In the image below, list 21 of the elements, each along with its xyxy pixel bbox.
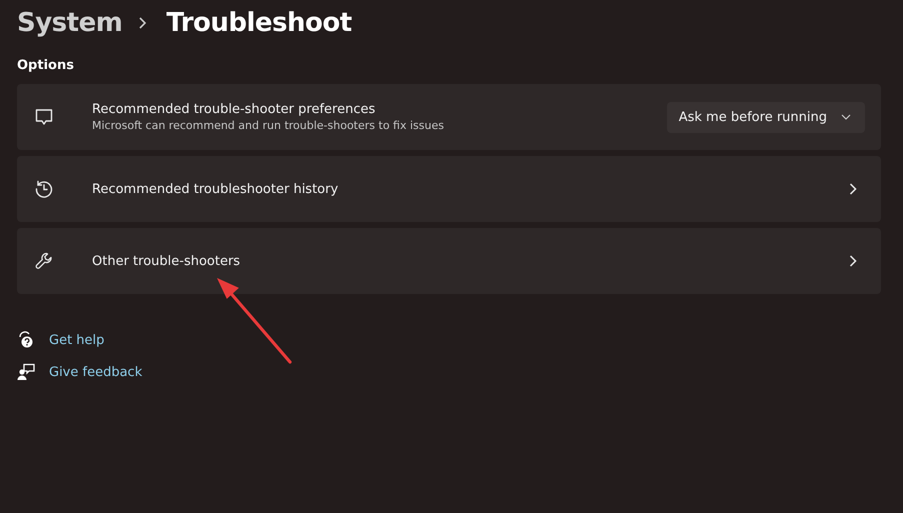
feedback-icon bbox=[17, 363, 35, 381]
card-title: Recommended trouble-shooter preferences bbox=[92, 102, 376, 117]
help-link[interactable]: Give feedback bbox=[49, 364, 142, 380]
card-description: Microsoft can recommend and run trouble-shooters to fix issues bbox=[92, 119, 445, 132]
chevron-icon bbox=[138, 16, 148, 30]
chevron-icon bbox=[849, 182, 857, 196]
preference-dropdown[interactable]: Ask me before running bbox=[666, 102, 865, 132]
settings-card[interactable]: Recommended troubleshooter history bbox=[17, 156, 881, 222]
wrench-icon bbox=[34, 251, 54, 271]
help-icon bbox=[17, 331, 35, 349]
history-icon bbox=[34, 179, 54, 199]
section-title: Options bbox=[17, 58, 75, 75]
help-link[interactable]: Get help bbox=[49, 332, 104, 348]
breadcrumb-parent[interactable]: System bbox=[17, 8, 122, 38]
settings-card[interactable]: Other trouble-shooters bbox=[17, 228, 881, 294]
page-title: Troubleshoot bbox=[166, 8, 352, 38]
chat-bubble-icon bbox=[34, 107, 54, 127]
card-title: Recommended troubleshooter history bbox=[92, 182, 340, 196]
card-title: Other trouble-shooters bbox=[92, 254, 242, 268]
chevron-icon bbox=[849, 254, 857, 268]
caret-icon bbox=[841, 114, 851, 120]
